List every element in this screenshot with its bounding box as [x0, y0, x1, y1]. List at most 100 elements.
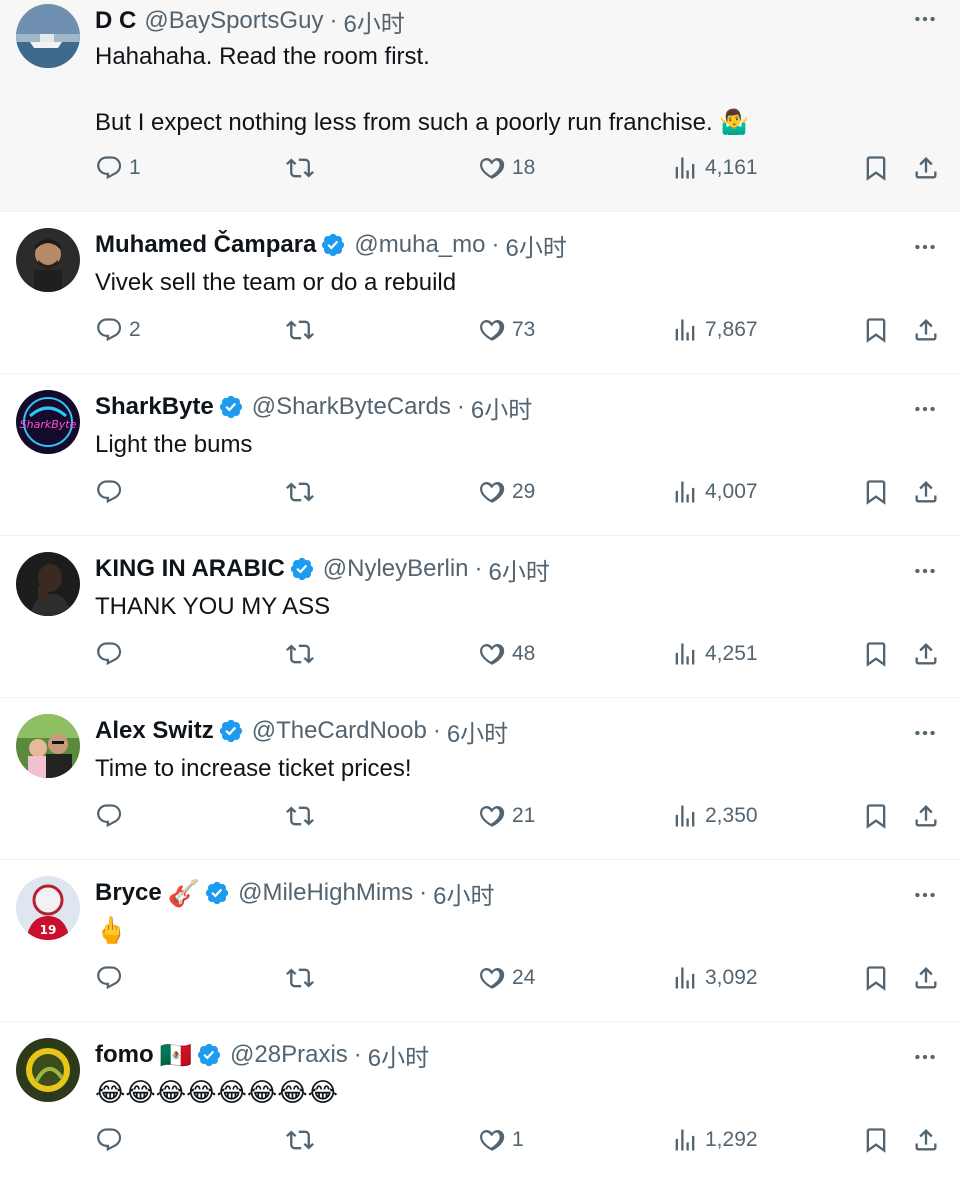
- avatar-sharkbyte[interactable]: SharkByte: [16, 390, 80, 454]
- reply-button[interactable]: [95, 478, 129, 506]
- tweet-1[interactable]: Muhamed Čampara @muha_mo · 6小时 Vivek sel…: [0, 212, 960, 374]
- action-bar: 1 1,292: [0, 1126, 960, 1166]
- tweet-text: Hahahaha. Read the room first. But I exp…: [95, 43, 750, 136]
- views-button[interactable]: 4,251: [671, 640, 758, 668]
- avatar-muha-mo[interactable]: [16, 228, 80, 292]
- share-button[interactable]: [912, 640, 940, 668]
- reply-button[interactable]: [95, 964, 129, 992]
- reply-button[interactable]: [95, 802, 129, 830]
- handle[interactable]: @MileHighMims: [238, 879, 413, 907]
- bookmark-button[interactable]: [862, 802, 890, 830]
- views-button[interactable]: 3,092: [671, 964, 758, 992]
- like-button[interactable]: 24: [478, 964, 535, 992]
- bookmark-button[interactable]: [862, 964, 890, 992]
- reply-button[interactable]: 1: [95, 154, 141, 182]
- timestamp[interactable]: 6小时: [471, 390, 532, 425]
- bookmark-button[interactable]: [862, 478, 890, 506]
- timestamp[interactable]: 6小时: [489, 552, 550, 587]
- retweet-button[interactable]: [286, 316, 320, 344]
- like-button[interactable]: 21: [478, 802, 535, 830]
- views-icon: [671, 1126, 699, 1154]
- avatar-bay-sports-guy[interactable]: [16, 4, 80, 68]
- share-button[interactable]: [912, 802, 940, 830]
- display-name[interactable]: Muhamed Čampara: [95, 231, 316, 259]
- avatar-nyleyberlin[interactable]: [16, 552, 80, 616]
- tweet-header: fomo 🇲🇽 @28Praxis · 6小时: [95, 1037, 429, 1073]
- more-icon[interactable]: [912, 396, 938, 422]
- handle[interactable]: @NyleyBerlin: [323, 555, 469, 583]
- share-button[interactable]: [912, 1126, 940, 1154]
- display-name[interactable]: Alex Switz: [95, 717, 214, 745]
- timestamp[interactable]: 6小时: [505, 228, 566, 263]
- retweet-button[interactable]: [286, 1126, 320, 1154]
- timestamp[interactable]: 6小时: [368, 1038, 429, 1073]
- views-button[interactable]: 7,867: [671, 316, 758, 344]
- more-icon[interactable]: [912, 720, 938, 746]
- views-icon: [671, 640, 699, 668]
- more-icon[interactable]: [912, 6, 938, 32]
- share-button[interactable]: [912, 316, 940, 344]
- handle[interactable]: @TheCardNoob: [252, 717, 427, 745]
- display-name[interactable]: D C: [95, 7, 136, 35]
- heart-icon: [478, 478, 506, 506]
- like-button[interactable]: 29: [478, 478, 535, 506]
- tweet-6[interactable]: fomo 🇲🇽 @28Praxis · 6小时 😂😂😂😂😂😂😂😂 1 1,292: [0, 1022, 960, 1181]
- timestamp[interactable]: 6小时: [433, 876, 494, 911]
- tweet-4[interactable]: Alex Switz @TheCardNoob · 6小时 Time to in…: [0, 698, 960, 860]
- separator: ·: [419, 879, 428, 906]
- share-button[interactable]: [912, 478, 940, 506]
- bookmark-button[interactable]: [862, 316, 890, 344]
- handle[interactable]: @SharkByteCards: [252, 393, 451, 421]
- reply-icon: [95, 154, 123, 182]
- display-name[interactable]: fomo: [95, 1041, 154, 1069]
- like-button[interactable]: 73: [478, 316, 535, 344]
- retweet-button[interactable]: [286, 640, 320, 668]
- share-icon: [912, 1126, 940, 1154]
- views-button[interactable]: 2,350: [671, 802, 758, 830]
- like-button[interactable]: 18: [478, 154, 535, 182]
- bookmark-button[interactable]: [862, 640, 890, 668]
- like-button[interactable]: 48: [478, 640, 535, 668]
- display-name[interactable]: KING IN ARABIC: [95, 555, 285, 583]
- avatar-28praxis[interactable]: [16, 1038, 80, 1102]
- handle[interactable]: @muha_mo: [354, 231, 485, 259]
- verified-badge-icon: [218, 394, 244, 420]
- display-name[interactable]: SharkByte: [95, 393, 214, 421]
- tweet-header: Bryce 🎸 @MileHighMims · 6小时: [95, 875, 495, 911]
- retweet-button[interactable]: [286, 154, 320, 182]
- reply-button[interactable]: 2: [95, 316, 141, 344]
- avatar-milehighmims[interactable]: 19: [16, 876, 80, 940]
- more-icon[interactable]: [912, 1044, 938, 1070]
- retweet-button[interactable]: [286, 478, 320, 506]
- tweet-3[interactable]: KING IN ARABIC @NyleyBerlin · 6小时 THANK …: [0, 536, 960, 698]
- handle[interactable]: @BaySportsGuy: [144, 7, 323, 35]
- like-count: 24: [512, 966, 536, 989]
- display-name[interactable]: Bryce: [95, 879, 162, 907]
- timestamp[interactable]: 6小时: [447, 714, 508, 749]
- tweet-2[interactable]: SharkByte SharkByte @SharkByteCards · 6小…: [0, 374, 960, 536]
- more-icon[interactable]: [912, 558, 938, 584]
- retweet-icon: [286, 964, 314, 992]
- reply-button[interactable]: [95, 640, 129, 668]
- share-button[interactable]: [912, 964, 940, 992]
- reply-icon: [95, 964, 123, 992]
- more-icon[interactable]: [912, 882, 938, 908]
- action-bar: 1 18 4,161: [0, 154, 960, 194]
- timestamp[interactable]: 6小时: [343, 4, 404, 39]
- views-button[interactable]: 1,292: [671, 1126, 758, 1154]
- share-button[interactable]: [912, 154, 940, 182]
- retweet-button[interactable]: [286, 802, 320, 830]
- retweet-button[interactable]: [286, 964, 320, 992]
- views-button[interactable]: 4,007: [671, 478, 758, 506]
- like-button[interactable]: 1: [478, 1126, 524, 1154]
- more-icon[interactable]: [912, 234, 938, 260]
- tweet-0[interactable]: D C @BaySportsGuy · 6小时 Hahahaha. Read t…: [0, 0, 960, 212]
- bookmark-button[interactable]: [862, 1126, 890, 1154]
- tweet-5[interactable]: 19 Bryce 🎸 @MileHighMims · 6小时 🖕 24 3,09…: [0, 860, 960, 1022]
- views-button[interactable]: 4,161: [671, 154, 758, 182]
- bookmark-icon: [862, 316, 890, 344]
- bookmark-button[interactable]: [862, 154, 890, 182]
- handle[interactable]: @28Praxis: [230, 1041, 348, 1069]
- reply-button[interactable]: [95, 1126, 129, 1154]
- avatar-thecardnoob[interactable]: [16, 714, 80, 778]
